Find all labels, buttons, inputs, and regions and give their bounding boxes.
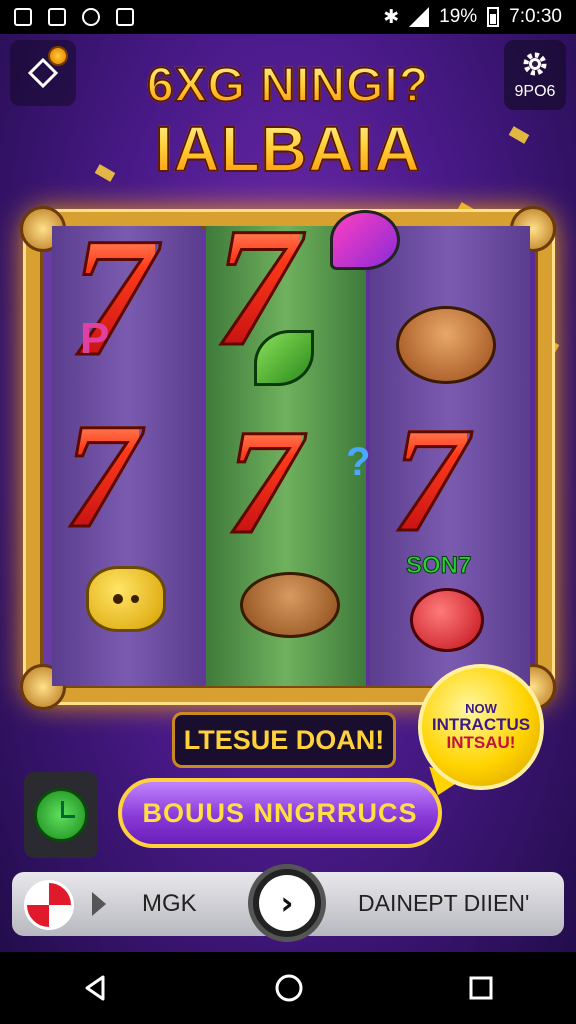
bottom-action-bar: MGK › DAINEPT DIIEN' [12,864,564,942]
badge-line3: INTSAU! [446,732,516,752]
promo-badge[interactable]: NOW INTRACTUS INTSAU! [418,664,544,790]
clock-icon [34,788,88,842]
gem-symbol [330,210,400,270]
battery-icon [487,7,500,27]
apple-symbol [410,588,484,652]
seven-symbol: 7 [69,200,157,395]
photo-icon [116,8,134,26]
image-icon [48,8,66,26]
gear-icon [523,52,547,76]
bluetooth-icon: ✱ [383,6,400,28]
app-icon [82,8,100,26]
battery-text: 19% [439,6,478,27]
settings-label: 9PO6 [514,83,556,100]
bun-symbol [396,306,496,384]
burger-symbol [240,572,340,638]
reel1-side-text: P [80,314,110,363]
chevron-right-icon [92,892,106,916]
game-title-line1: 6XG NINGI? [110,58,466,113]
sparkle-decoration [508,126,530,144]
bottom-left-label: MGK [142,890,197,917]
nav-back-icon[interactable] [81,973,111,1003]
timer-button[interactable] [24,772,98,858]
seven-symbol: 7 [225,396,303,568]
seven-symbol: 7 [391,394,469,566]
signal-icon [409,7,430,27]
nav-home-icon[interactable] [273,972,305,1004]
back-button[interactable] [10,40,76,106]
spin-button[interactable]: › [248,864,326,942]
android-nav-bar [0,952,576,1024]
game-title-line2: IALBAIA [110,112,466,186]
question-symbol: ? [346,440,371,484]
clock-text: 7:0:30 [509,6,562,27]
win-banner: LTESUE DOAN! [172,712,396,768]
seven-symbol: 7 [63,390,141,562]
deposit-label[interactable]: DAINEPT DIIEN' [358,890,529,917]
notification-icon [14,8,32,26]
candy-icon[interactable] [24,880,74,930]
nav-recents-icon[interactable] [467,974,495,1002]
coin-icon [48,46,68,66]
badge-line2: INTRACTUS [431,714,531,734]
system-icons: ✱ 19% 7:0:30 [383,6,562,29]
status-bar: ✱ 19% 7:0:30 [0,0,576,34]
badge-line1: NOW [465,701,497,717]
cookie-symbol [86,566,166,632]
reel3-bottom-text: SON7 [405,552,472,580]
notification-icons [14,8,134,26]
arrow-right-icon: › [259,875,315,931]
settings-button[interactable]: 9PO6 [504,40,566,110]
bonus-button[interactable]: BOUUS NNGRRUCS [118,778,442,848]
